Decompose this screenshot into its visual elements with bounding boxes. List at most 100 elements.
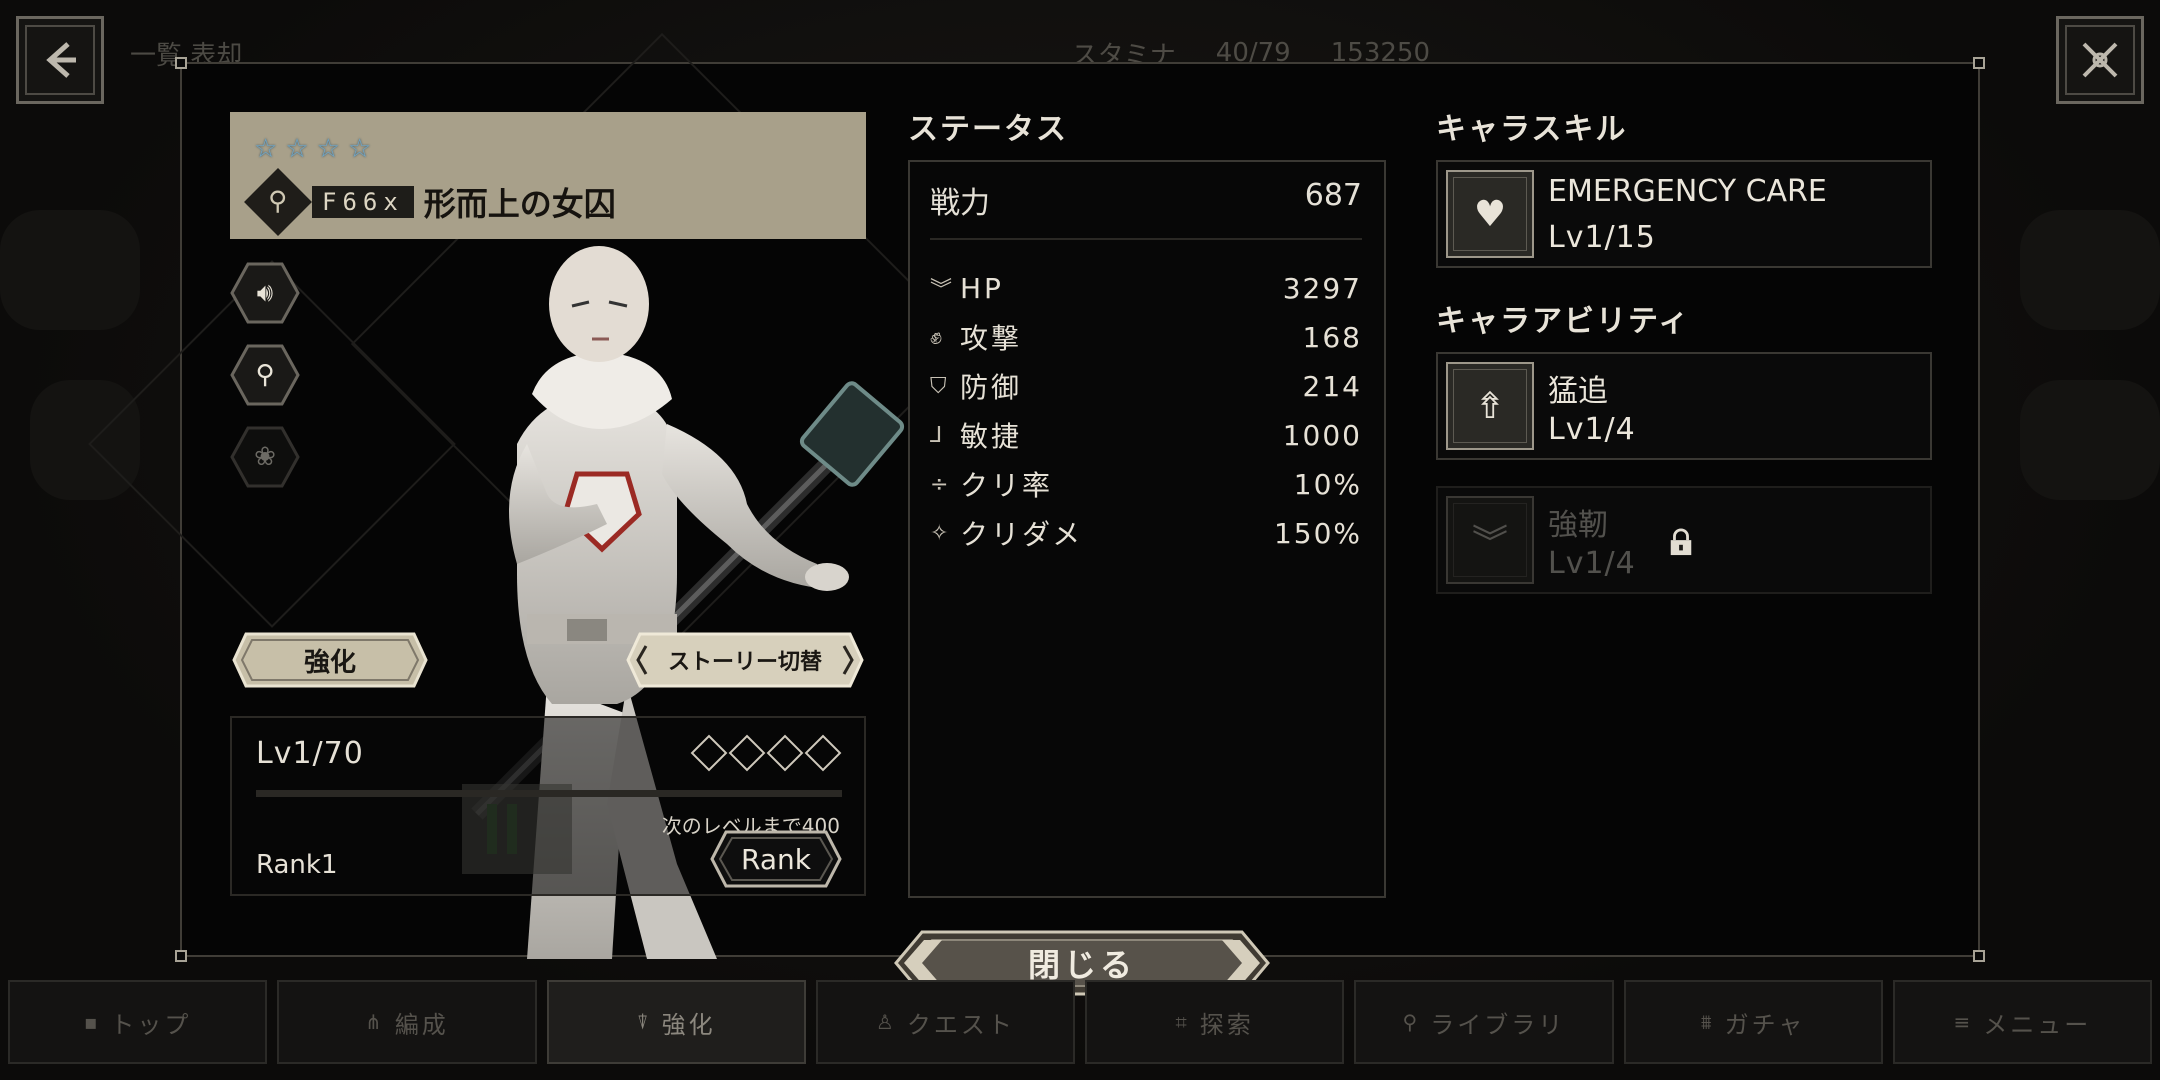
stat-value: 214 [1302,369,1362,403]
nav-item[interactable]: ⩩ ガチャ [1623,980,1883,1064]
character-detail-modal: ☆ ☆ ☆ ☆ ⚲ F66x 形而上の女囚 🔊︎ ⚲ ❀ 強化 ストーリー切替 … [88,32,1985,996]
skill-level: Lv1/15 [1548,220,1656,255]
rivet [1973,950,1985,962]
back-button[interactable] [16,16,104,104]
status-panel: 戦力 687 ︾ HP 3297 ✊︎ 攻撃 168 ⛉ 防御 214 ⅃ 敏捷 1000 ÷ クリ率 10… [908,160,1386,898]
rivet [1973,57,1985,69]
stat-label: クリ率 [960,469,1054,502]
quest-icon: ♙ [875,1010,897,1034]
ability-icon: ︾ [1446,496,1534,584]
flame-arrow-icon: ⇮ [1453,369,1527,443]
stat-label: HP [960,271,1004,305]
ability-icon: ⇮ [1446,362,1534,450]
character-name-plate: ☆ ☆ ☆ ☆ ⚲ F66x 形而上の女囚 [230,112,866,239]
lotus-button[interactable]: ❀ [230,426,300,488]
magnifier-icon: ⚲ [255,360,275,390]
star-icon: ☆ [316,134,340,164]
gem-icon [804,734,842,772]
nav-item[interactable]: ⌗ 探索 [1085,980,1345,1064]
stat-value: 3297 [1282,271,1362,305]
menu-icon: ≡ [1953,1010,1974,1034]
stat-label: 敏捷 [960,420,1023,453]
nav-label: 強化 [661,1010,716,1039]
star-icon: ☆ [347,134,372,164]
ability-title: キャラアビリティ [1436,304,1691,339]
rank-button[interactable]: Rank [710,830,842,888]
stat-row: ✊︎ 攻撃 168 [930,315,1362,359]
home-corner-button[interactable] [2056,16,2144,104]
nav-item[interactable]: ⋔ 編成 [277,980,537,1064]
power-value: 687 [1304,178,1362,213]
level-text: Lv1/70 [256,736,364,771]
nav-item[interactable]: ≡ メニュー [1892,980,2152,1064]
nav-label: 探索 [1199,1010,1254,1039]
power-label: 戦力 [930,186,990,221]
fist-icon: ✊︎ [930,324,943,350]
nav-item[interactable]: ▪ トップ [8,980,268,1064]
gem-icon [690,734,728,772]
stat-row: ⅃ 敏捷 1000 [930,413,1362,457]
lock-icon [1670,528,1692,556]
stat-value: 10% [1293,467,1362,501]
gacha-icon: ⩩ [1700,1010,1715,1034]
nav-label: ライブラリ [1430,1010,1566,1039]
character-code: F66x [312,186,414,218]
heart-arrows-icon: ♥ [1453,177,1527,251]
nav-label: トップ [110,1010,192,1039]
skill-card[interactable]: ♥ EMERGENCY CARE Lv1/15 [1436,160,1932,268]
nav-label: メニュー [1983,1010,2092,1039]
enhance-icon: ⍒ [636,1010,652,1034]
formation-icon: ⋔ [364,1010,385,1034]
stat-row: ︾ HP 3297 [930,266,1362,310]
element-icon: ⚲ [244,168,312,236]
speaker-icon: 🔊︎ [256,277,274,308]
story-switch-button[interactable]: ストーリー切替 [626,632,864,688]
level-panel: Lv1/70 次のレベルまで400 Rank1 Rank [230,716,866,896]
stat-row: ÷ クリ率 10% [930,462,1362,506]
nav-item[interactable]: ⚲ ライブラリ [1354,980,1614,1064]
enhance-button[interactable]: 強化 [232,632,428,688]
stat-label: 防御 [960,371,1023,404]
double-chevron-icon: ︾ [1453,503,1527,577]
zoom-button[interactable]: ⚲ [230,344,300,406]
lotus-icon: ❀ [254,442,276,472]
chevron-down-icon: ︾ [930,278,953,303]
stat-label: 攻撃 [960,322,1023,355]
exp-bar [256,790,842,797]
nav-label: 編成 [394,1010,449,1039]
boot-icon: ⅃ [930,422,943,448]
ability-level: Lv1/4 [1548,546,1636,581]
ability-card-2-locked[interactable]: ︾ 強靭 Lv1/4 [1436,486,1932,594]
stat-value: 168 [1302,320,1362,354]
character-name: 形而上の女囚 [423,185,616,223]
rarity-stars: ☆ ☆ ☆ ☆ [254,134,842,164]
bg-card-right-2 [2020,380,2160,500]
divider [930,238,1362,246]
divide-icon: ÷ [930,471,949,497]
nav-item[interactable]: ♙ クエスト [815,980,1075,1064]
ability-name: 強靭 [1548,508,1608,543]
power-row: 戦力 687 [930,178,1362,222]
crossed-swords-icon [2082,42,2118,78]
rivet [175,57,187,69]
ability-card-1[interactable]: ⇮ 猛追 Lv1/4 [1436,352,1932,460]
stat-value: 150% [1273,516,1362,550]
arrow-left-icon [46,42,76,78]
star-icon: ☆ [254,134,278,164]
nav-label: クエスト [906,1010,1015,1039]
stat-row: ✧ クリダメ 150% [930,511,1362,555]
sparkle-icon: ✧ [930,520,949,546]
skill-title: キャラスキル [1436,112,1628,147]
skill-icon: ♥ [1446,170,1534,258]
voice-button[interactable]: 🔊︎ [230,262,300,324]
star-icon: ☆ [285,134,309,164]
nav-item[interactable]: ⍒ 強化 [546,980,806,1064]
ability-level: Lv1/4 [1548,412,1636,447]
skill-name: EMERGENCY CARE [1548,174,1827,209]
gem-icon [766,734,804,772]
rank-text: Rank1 [256,850,338,880]
screen: 一覧 表却 スタミナ 40/79 153250 ☆ ☆ ☆ ☆ ⚲ F66x 形… [0,0,2160,1080]
bg-card-right-1 [2020,210,2160,330]
ability-name: 猛追 [1548,374,1608,409]
limit-break-gems [690,734,842,772]
